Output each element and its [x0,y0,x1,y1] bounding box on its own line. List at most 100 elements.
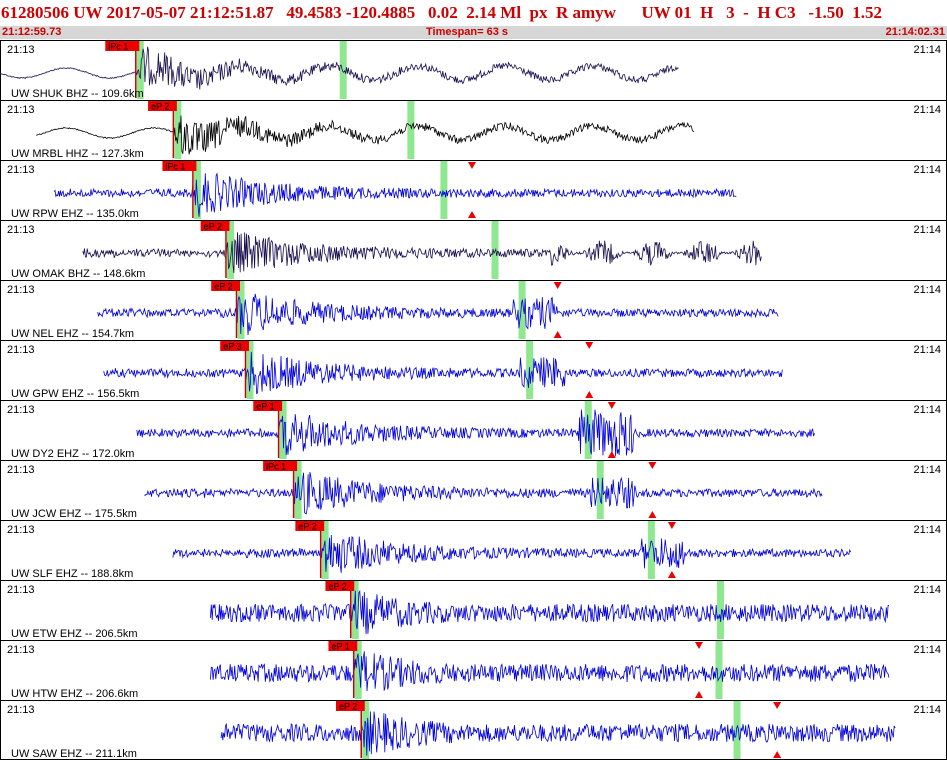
marker-triangle [553,331,562,338]
panel-time-right: 21:14 [913,224,941,236]
waveform [53,172,737,217]
panel-time-left: 21:13 [7,704,35,716]
trace-panel: eP 3 21:13 21:14 UW GPW EHZ -- 156.5km [0,340,947,400]
pick-label: iPc 1 [165,162,185,172]
panel-time-right: 21:14 [913,404,941,416]
panel-time-right: 21:14 [913,524,941,536]
station-label: UW NEL EHZ -- 154.7km [11,328,134,340]
pick-label: eP 1 [331,642,349,652]
waveform [220,711,896,756]
station-label: UW DY2 EHZ -- 172.0km [11,448,134,460]
panel-time-left: 21:13 [7,104,35,116]
pick-label: eP 1 [256,402,274,412]
pick-label: eP 2 [151,102,169,112]
station-label: UW HTW EHZ -- 206.6km [11,688,138,700]
header: 61280506 UW 2017-05-07 21:12:51.87 49.45… [0,0,947,26]
trace-panel: eP 2 21:13 21:14 UW ETW EHZ -- 206.5km [0,580,947,640]
panel-time-right: 21:14 [913,44,941,56]
panel-time-left: 21:13 [7,404,35,416]
timespan: Timespan= 63 s [426,26,509,38]
station-label: UW JCW EHZ -- 175.5km [11,508,137,520]
pick-window [339,41,347,99]
marker-triangle [694,642,703,649]
end-time: 21:14:02.31 [885,26,945,38]
station-label: UW RPW EHZ -- 135.0km [11,208,139,220]
marker-triangle [667,571,676,578]
pick-label: iPc 1 [108,42,128,52]
panel-time-right: 21:14 [913,464,941,476]
trace-panel: eP 2 21:13 21:14 UW SLF EHZ -- 188.8km [0,520,947,580]
trace-panel: iPc 1 21:13 21:14 UW SHUK BHZ -- 109.6km [0,41,941,100]
marker-triangle [694,691,703,698]
trace-panel: eP 2 21:13 21:14 UW SAW EHZ -- 211.1km [0,700,947,760]
pick-window [733,701,741,759]
marker-triangle [585,342,594,349]
panel-time-left: 21:13 [7,224,35,236]
marker-triangle [607,451,616,458]
waveform [144,472,823,515]
waveform [82,232,762,273]
panel-time-left: 21:13 [7,584,35,596]
pick-label: eP 2 [339,702,357,712]
marker-triangle [667,522,676,529]
event-title: 61280506 UW 2017-05-07 21:12:51.87 49.45… [1,3,882,22]
pick-label: eP 3 [223,342,241,352]
waveform [136,409,815,457]
pick-label: iPc 1 [266,462,286,472]
waveform [210,589,890,635]
panel-time-left: 21:13 [7,44,35,56]
waveform [0,46,679,90]
panel-time-left: 21:13 [7,164,35,176]
station-label: UW MRBL HHZ -- 127.3km [11,148,144,160]
panel-time-right: 21:14 [913,284,941,296]
marker-triangle [648,462,657,469]
panel-time-right: 21:14 [913,584,941,596]
panel-time-right: 21:14 [913,164,941,176]
marker-triangle [607,402,616,409]
station-label: UW SHUK BHZ -- 109.6km [11,88,144,100]
pick-label: eP 2 [328,582,346,592]
pick-label: eP 2 [214,282,232,292]
trace-panel: eP 1 21:13 21:14 UW HTW EHZ -- 206.6km [0,640,947,700]
time-bar: 21:12:59.73 Timespan= 63 s 21:14:02.31 [0,26,947,39]
station-label: UW GPW EHZ -- 156.5km [11,388,139,400]
trace-panel: eP 2 21:13 21:14 UW OMAK BHZ -- 148.6km [0,220,947,280]
waveform [210,651,890,692]
trace-panel: iPc 1 21:13 21:14 UW JCW EHZ -- 175.5km [0,460,947,520]
panel-time-left: 21:13 [7,524,35,536]
panel-time-right: 21:14 [913,104,941,116]
marker-triangle [648,511,657,518]
seismogram-panels: iPc 121:13 21:14UW SHUK BHZ -- 109.6kmeP … [0,40,947,760]
pick-label: eP 2 [298,522,316,532]
panel-time-left: 21:13 [7,344,35,356]
pick-window [715,641,723,699]
marker-triangle [773,751,782,758]
station-label: UW SAW EHZ -- 211.1km [11,748,137,760]
pick-window [407,101,415,159]
station-label: UW SLF EHZ -- 188.8km [11,568,133,580]
panel-time-left: 21:13 [7,644,35,656]
marker-triangle [553,282,562,289]
trace-panel: eP 2 21:13 21:14 UW MRBL HHZ -- 127.3km [0,100,947,160]
pick-window [440,161,448,219]
marker-triangle [773,702,782,709]
panel-time-left: 21:13 [7,284,35,296]
waveform [172,534,851,573]
marker-triangle [585,391,594,398]
trace-panel: eP 2 21:13 21:14 UW NEL EHZ -- 154.7km [0,280,947,340]
waveform [103,351,783,395]
panel-time-right: 21:14 [913,344,941,356]
panel-time-right: 21:14 [913,644,941,656]
marker-triangle [467,162,476,169]
panel-time-left: 21:13 [7,464,35,476]
waveform [97,293,779,336]
start-time: 21:12:59.73 [2,26,62,38]
pick-window [717,581,725,639]
station-label: UW OMAK BHZ -- 148.6km [11,268,145,280]
pick-label: eP 2 [204,222,222,232]
marker-triangle [467,211,476,218]
trace-panel: iPc 1 21:13 21:14 UW RPW EHZ -- 135.0km [0,160,947,220]
panel-time-right: 21:14 [913,704,941,716]
station-label: UW ETW EHZ -- 206.5km [11,628,138,640]
trace-panel: eP 1 21:13 21:14 UW DY2 EHZ -- 172.0km [0,400,947,460]
